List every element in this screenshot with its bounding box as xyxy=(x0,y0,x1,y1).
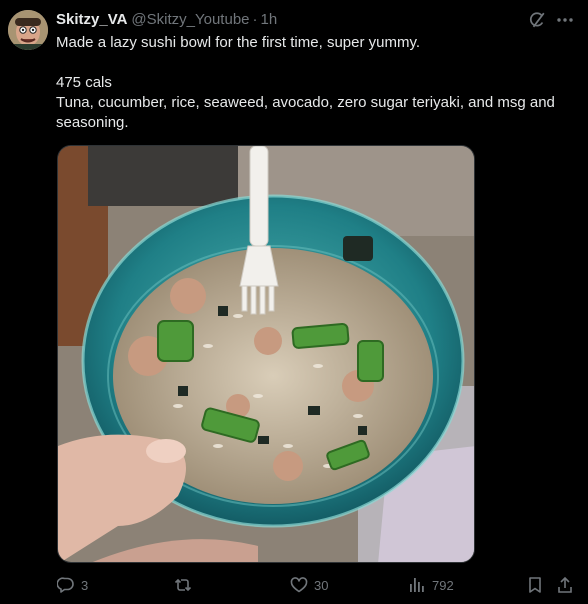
tweet-header: Skitzy_VA @Skitzy_Youtube · 1h xyxy=(56,11,277,29)
share-button[interactable] xyxy=(556,576,574,594)
bookmark-icon xyxy=(529,577,541,593)
sushi-bowl-photo xyxy=(58,146,474,562)
tweet-text-line: Tuna, cucumber, rice, seaweed, avocado, … xyxy=(56,94,555,131)
grok-icon[interactable] xyxy=(528,11,546,29)
views-button[interactable]: 792 xyxy=(408,576,454,594)
share-icon xyxy=(558,576,572,593)
repost-icon xyxy=(174,578,192,592)
repost-button[interactable] xyxy=(174,576,198,594)
user-handle[interactable]: @Skitzy_Youtube xyxy=(131,11,249,29)
views-icon xyxy=(410,578,424,592)
bookmark-button[interactable] xyxy=(526,576,544,594)
reply-count: 3 xyxy=(81,577,89,593)
timestamp[interactable]: 1h xyxy=(261,11,278,29)
reply-button[interactable]: 3 xyxy=(57,576,88,594)
tweet[interactable]: Skitzy_VA @Skitzy_Youtube · 1h Made a la… xyxy=(0,0,588,604)
separator-dot: · xyxy=(252,11,258,28)
tweet-text-line: 475 cals xyxy=(56,74,112,91)
heart-icon xyxy=(290,577,308,593)
tweet-text: Made a lazy sushi bowl for the first tim… xyxy=(56,33,576,133)
tweet-text-line: Made a lazy sushi bowl for the first tim… xyxy=(56,34,421,51)
reply-icon xyxy=(57,577,74,593)
views-count: 792 xyxy=(432,577,454,593)
more-icon[interactable] xyxy=(555,11,575,29)
like-count: 30 xyxy=(314,577,329,593)
tweet-actions: 3 30 792 xyxy=(0,572,588,600)
tweet-photo[interactable] xyxy=(57,145,475,563)
like-button[interactable]: 30 xyxy=(290,576,328,594)
display-name[interactable]: Skitzy_VA xyxy=(56,11,127,29)
avatar[interactable] xyxy=(8,10,48,50)
